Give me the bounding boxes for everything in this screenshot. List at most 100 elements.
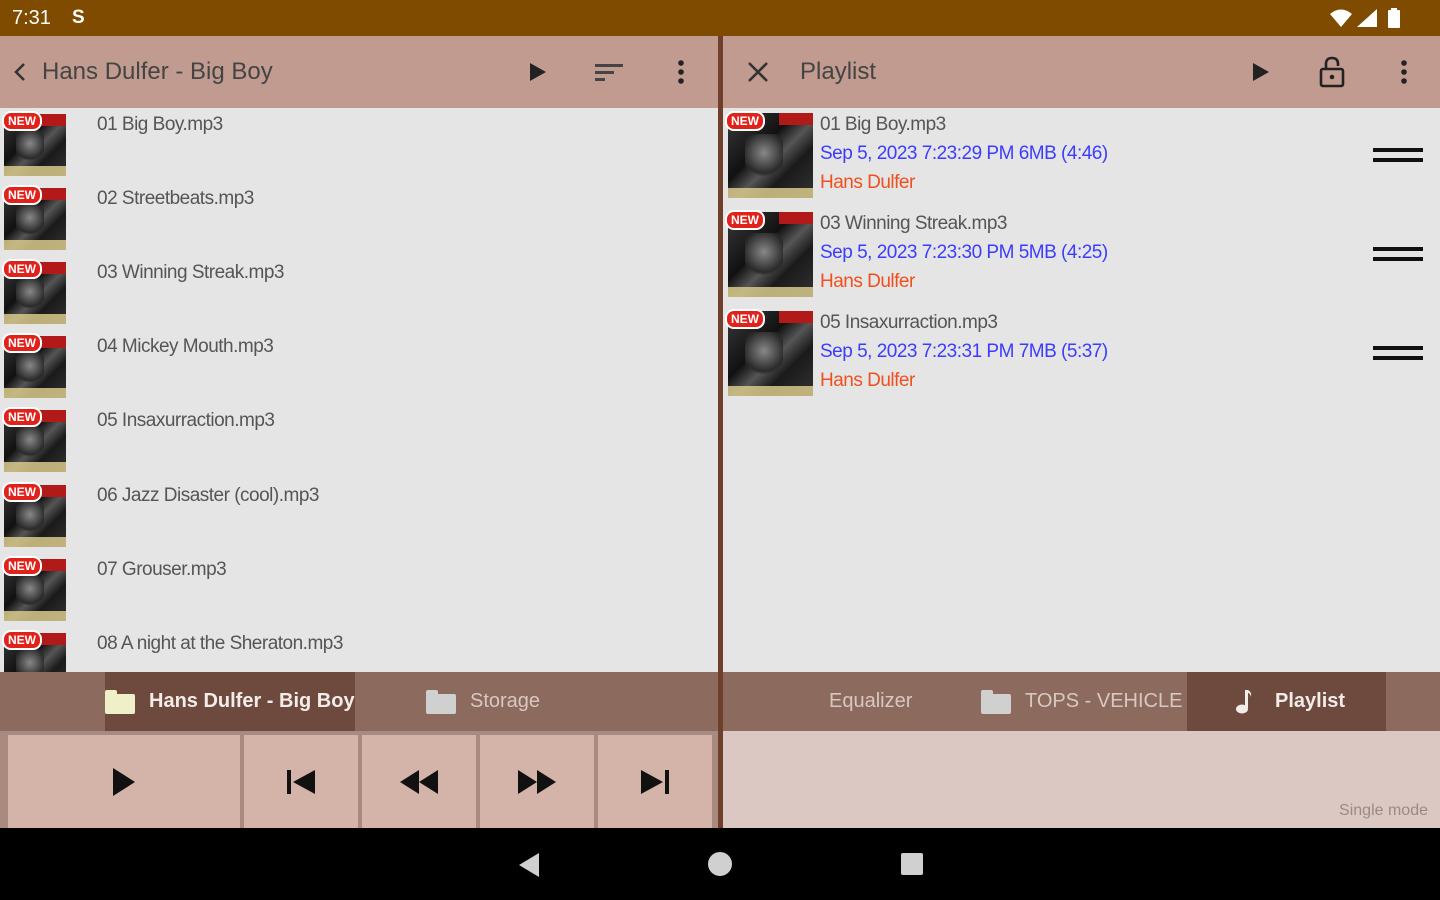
status-bar: 7:31 S	[0, 0, 1440, 36]
track-title: 03 Winning Streak.mp3	[820, 213, 1008, 234]
play-icon	[113, 767, 135, 796]
play-button[interactable]	[8, 735, 240, 828]
new-badge: NEW	[2, 111, 42, 131]
sort-icon	[595, 64, 623, 81]
file-row[interactable]: NEW 04 Mickey Mouth.mp3	[0, 330, 718, 404]
single-mode-label: Single mode	[1339, 802, 1428, 819]
file-name: 07 Grouser.mp3	[97, 559, 227, 580]
tab-tops-vehicle[interactable]: TOPS - VEHICLE	[981, 672, 1187, 731]
track-artist: Hans Dulfer	[820, 370, 915, 391]
file-browser-toolbar: Hans Dulfer - Big Boy	[0, 36, 718, 108]
file-name: 06 Jazz Disaster (cool).mp3	[97, 485, 319, 506]
sort-button[interactable]	[591, 54, 627, 90]
tab-playlist[interactable]: Playlist	[1187, 672, 1386, 731]
file-row[interactable]: NEW 05 Insaxurraction.mp3	[0, 404, 718, 478]
tab-label: Hans Dulfer - Big Boy	[149, 690, 355, 712]
file-row[interactable]: NEW 02 Streetbeats.mp3	[0, 182, 718, 256]
overflow-menu-button[interactable]	[1386, 54, 1422, 90]
play-icon	[1253, 63, 1269, 81]
playlist-item[interactable]: NEW 03 Winning Streak.mp3 Sep 5, 2023 7:…	[723, 207, 1440, 306]
close-playlist-button[interactable]	[740, 54, 776, 90]
play-playlist-button[interactable]	[1243, 54, 1279, 90]
playlist-toolbar: Playlist	[723, 36, 1440, 108]
track-title: 01 Big Boy.mp3	[820, 114, 946, 135]
new-badge: NEW	[2, 630, 42, 650]
right-tab-bar: Equalizer TOPS - VEHICLE Playlist	[723, 672, 1440, 731]
playlist-item[interactable]: NEW 01 Big Boy.mp3 Sep 5, 2023 7:23:29 P…	[723, 108, 1440, 207]
drag-handle-icon[interactable]	[1373, 145, 1423, 167]
new-badge: NEW	[2, 259, 42, 279]
track-details: Sep 5, 2023 7:23:30 PM 5MB (4:25)	[820, 242, 1108, 263]
overflow-menu-button[interactable]	[663, 54, 699, 90]
player-controls	[0, 731, 718, 828]
more-vert-icon	[678, 60, 684, 84]
file-row[interactable]: NEW 01 Big Boy.mp3	[0, 108, 718, 182]
new-badge: NEW	[2, 482, 42, 502]
new-badge: NEW	[2, 556, 42, 576]
close-icon	[748, 62, 768, 82]
playlist-pane: Playlist NEW 01 Big Boy.mp3 Sep 5, 2023 …	[723, 36, 1440, 731]
file-row[interactable]: NEW 08 A night at the Sheraton.mp3	[0, 627, 718, 672]
new-badge: NEW	[2, 185, 42, 205]
track-details: Sep 5, 2023 7:23:29 PM 6MB (4:46)	[820, 143, 1108, 164]
file-list: NEW 01 Big Boy.mp3 NEW 02 Streetbeats.mp…	[0, 108, 718, 672]
nav-home-icon[interactable]	[708, 852, 732, 876]
lock-open-icon	[1319, 56, 1345, 88]
track-details: Sep 5, 2023 7:23:31 PM 7MB (5:37)	[820, 341, 1108, 362]
tab-label: Playlist	[1275, 690, 1346, 712]
folder-title: Hans Dulfer - Big Boy	[42, 58, 273, 85]
file-name: 08 A night at the Sheraton.mp3	[97, 633, 343, 654]
file-row[interactable]: NEW 06 Jazz Disaster (cool).mp3	[0, 479, 718, 553]
file-name: 01 Big Boy.mp3	[97, 114, 223, 135]
rewind-button[interactable]	[362, 735, 476, 828]
folder-icon	[105, 689, 135, 714]
file-browser-pane: Hans Dulfer - Big Boy NEW 01 Big Boy.mp3…	[0, 36, 718, 731]
file-name: 02 Streetbeats.mp3	[97, 188, 254, 209]
lock-button[interactable]	[1314, 54, 1350, 90]
fast-forward-icon	[518, 769, 556, 794]
music-note-icon	[1236, 689, 1252, 713]
next-track-button[interactable]	[598, 735, 712, 828]
tab-label: Equalizer	[829, 690, 913, 712]
new-badge: NEW	[725, 309, 765, 329]
drag-handle-icon[interactable]	[1373, 244, 1423, 266]
more-vert-icon	[1401, 60, 1407, 84]
skip-next-icon	[641, 769, 669, 794]
new-badge: NEW	[2, 333, 42, 353]
fast-forward-button[interactable]	[480, 735, 594, 828]
skip-previous-icon	[287, 769, 315, 794]
playlist-title: Playlist	[800, 58, 877, 85]
file-row[interactable]: NEW 03 Winning Streak.mp3	[0, 256, 718, 330]
play-folder-button[interactable]	[520, 54, 556, 90]
play-icon	[530, 63, 546, 81]
wifi-icon	[1330, 9, 1352, 27]
previous-track-button[interactable]	[244, 735, 358, 828]
file-name: 04 Mickey Mouth.mp3	[97, 336, 274, 357]
new-badge: NEW	[725, 210, 765, 230]
tab-storage[interactable]: Storage	[426, 672, 586, 731]
rewind-icon	[400, 769, 438, 794]
file-name: 05 Insaxurraction.mp3	[97, 410, 275, 431]
chevron-left-icon	[14, 63, 25, 81]
status-time: 7:31	[12, 7, 51, 29]
now-playing-area[interactable]: Single mode	[723, 731, 1440, 828]
signal-icon	[1357, 9, 1377, 27]
battery-icon	[1388, 8, 1400, 28]
folder-icon	[981, 689, 1011, 714]
sync-icon: S	[72, 7, 85, 28]
back-button[interactable]	[2, 54, 38, 90]
tab-equalizer[interactable]: Equalizer	[829, 672, 939, 731]
drag-handle-icon[interactable]	[1373, 343, 1423, 365]
nav-back-icon[interactable]	[518, 852, 540, 878]
playlist-item[interactable]: NEW 05 Insaxurraction.mp3 Sep 5, 2023 7:…	[723, 306, 1440, 405]
track-artist: Hans Dulfer	[820, 271, 915, 292]
track-artist: Hans Dulfer	[820, 172, 915, 193]
tab-label: TOPS - VEHICLE	[1025, 690, 1183, 712]
tab-label: Storage	[470, 690, 541, 712]
track-title: 05 Insaxurraction.mp3	[820, 312, 998, 333]
tab-current-folder[interactable]: Hans Dulfer - Big Boy	[105, 672, 355, 731]
nav-recents-icon[interactable]	[901, 853, 923, 875]
new-badge: NEW	[725, 111, 765, 131]
left-tab-bar: Hans Dulfer - Big Boy Storage	[0, 672, 718, 731]
file-row[interactable]: NEW 07 Grouser.mp3	[0, 553, 718, 627]
